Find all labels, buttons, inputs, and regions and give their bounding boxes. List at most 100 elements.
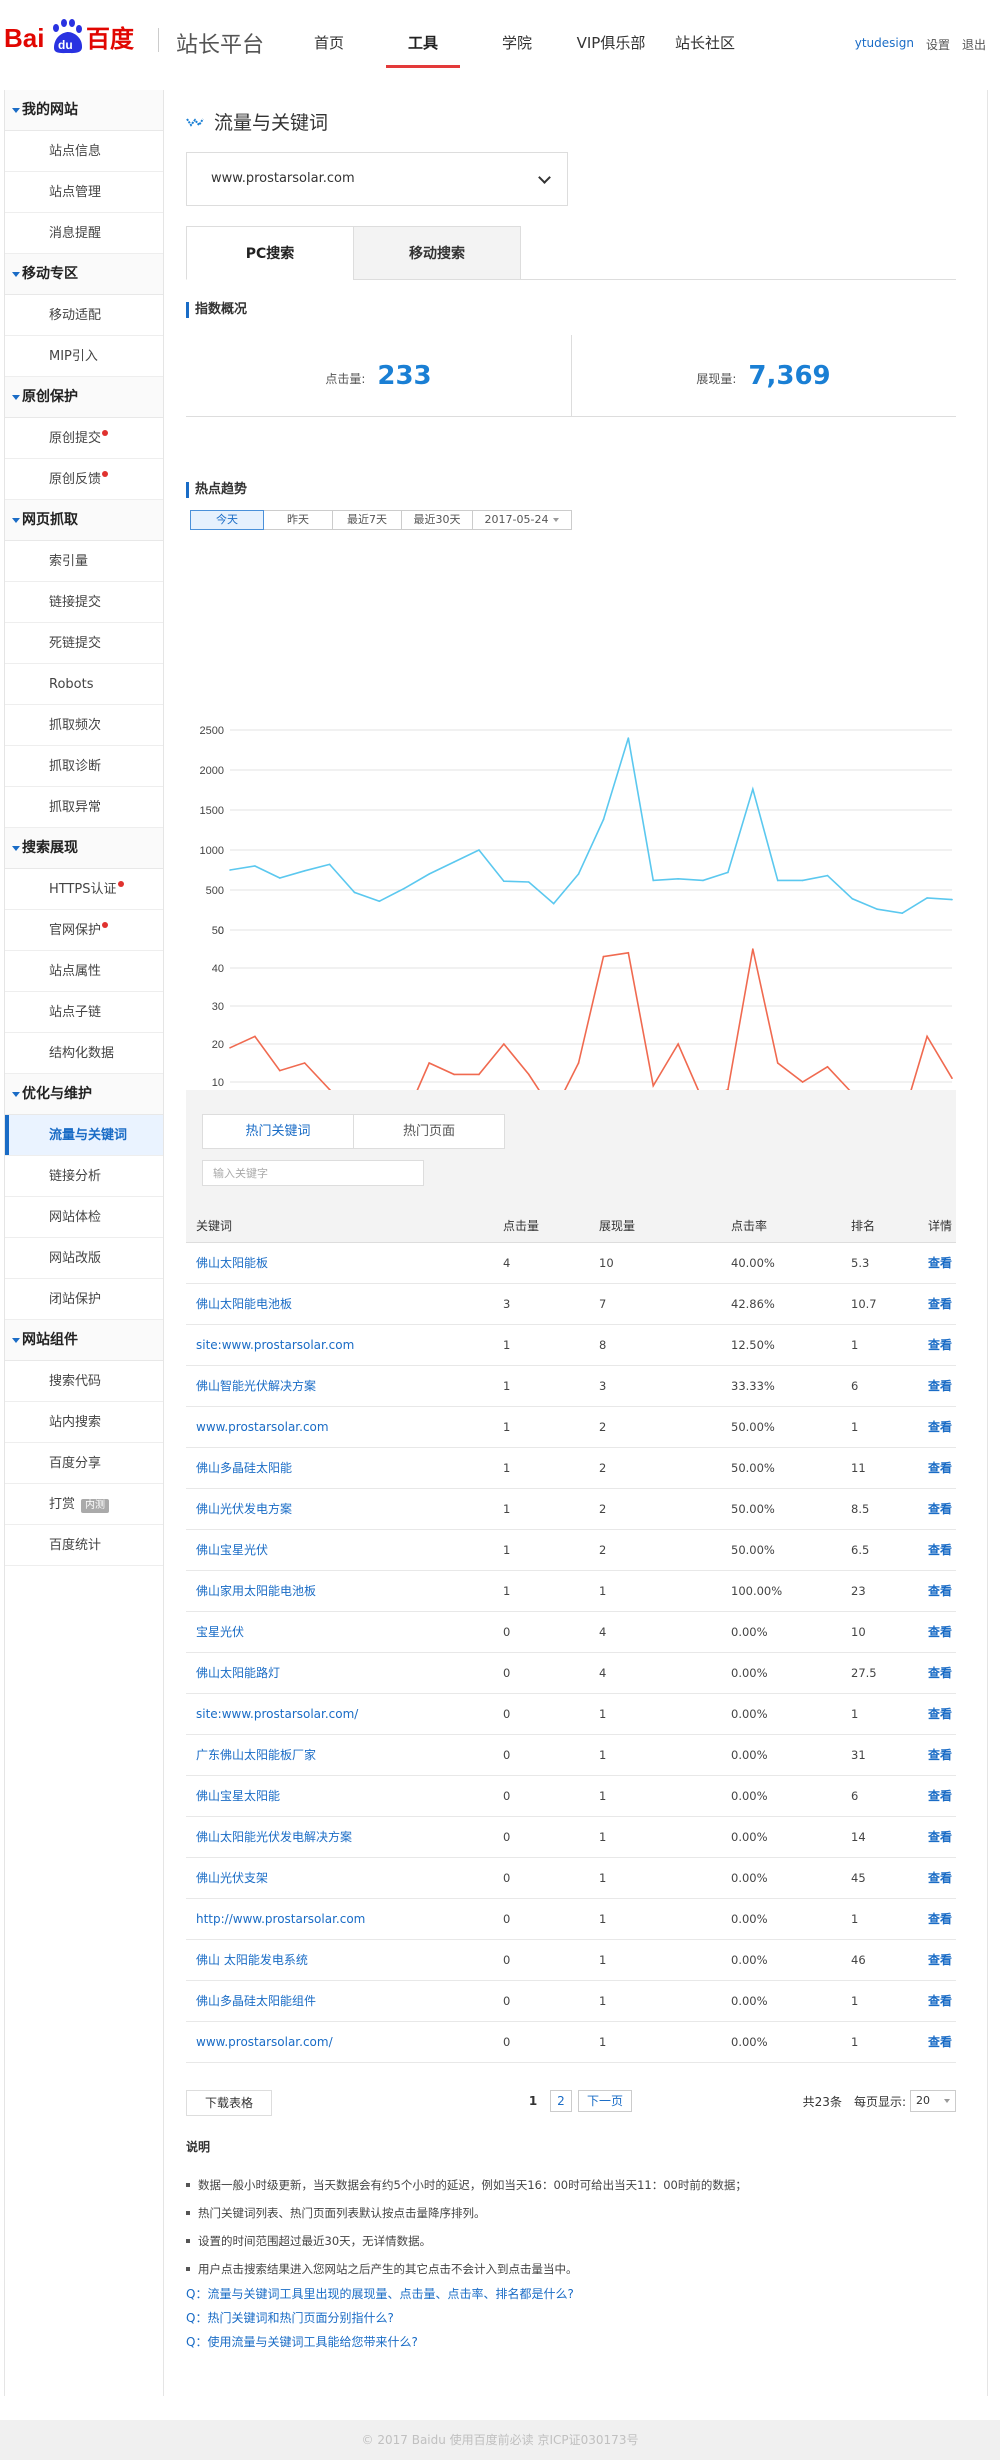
keyword-link[interactable]: 佛山宝星光伏 — [196, 1543, 268, 1557]
keyword-link[interactable]: 佛山多晶硅太阳能组件 — [196, 1994, 316, 2008]
sidebar-item[interactable]: 链接分析 — [5, 1156, 163, 1197]
keyword-link[interactable]: 佛山家用太阳能电池板 — [196, 1584, 316, 1598]
sidebar-item[interactable]: 网站体检 — [5, 1197, 163, 1238]
sidebar-item[interactable]: 原创提交 — [5, 418, 163, 459]
keyword-link[interactable]: 佛山太阳能路灯 — [196, 1666, 280, 1680]
view-detail-link[interactable]: 查看 — [928, 1338, 952, 1352]
view-detail-link[interactable]: 查看 — [928, 1789, 952, 1803]
view-detail-link[interactable]: 查看 — [928, 1748, 952, 1762]
keyword-link[interactable]: 佛山太阳能电池板 — [196, 1297, 292, 1311]
username-link[interactable]: ytudesign — [855, 36, 914, 53]
keyword-link[interactable]: www.prostarsolar.com — [196, 1420, 329, 1434]
faq-link[interactable]: Q：使用流量与关键词工具能给您带来什么? — [186, 2330, 574, 2354]
col-impressions[interactable]: 展现量 — [589, 1210, 721, 1243]
sidebar-item[interactable]: 打赏 内测 — [5, 1484, 163, 1525]
keyword-link[interactable]: site:www.prostarsolar.com/ — [196, 1707, 358, 1721]
nav-item[interactable]: 工具 — [376, 0, 470, 68]
page-1[interactable]: 1 — [522, 2090, 544, 2112]
sidebar-item[interactable]: 结构化数据 — [5, 1033, 163, 1074]
sidebar-item[interactable]: Robots — [5, 664, 163, 705]
view-detail-link[interactable]: 查看 — [928, 1420, 952, 1434]
view-detail-link[interactable]: 查看 — [928, 1830, 952, 1844]
faq-link[interactable]: Q：热门关键词和热门页面分别指什么? — [186, 2306, 574, 2330]
sidebar-item[interactable]: 站点信息 — [5, 131, 163, 172]
logout-link[interactable]: 退出 — [962, 36, 986, 53]
sidebar-group[interactable]: 优化与维护 — [5, 1074, 163, 1115]
nav-item[interactable]: 首页 — [282, 0, 376, 68]
view-detail-link[interactable]: 查看 — [928, 1707, 952, 1721]
sidebar-item[interactable]: 网站改版 — [5, 1238, 163, 1279]
keyword-link[interactable]: site:www.prostarsolar.com — [196, 1338, 354, 1352]
sidebar-group[interactable]: 原创保护 — [5, 377, 163, 418]
keyword-link[interactable]: www.prostarsolar.com/ — [196, 2035, 333, 2049]
view-detail-link[interactable]: 查看 — [928, 1666, 952, 1680]
view-detail-link[interactable]: 查看 — [928, 2035, 952, 2049]
sidebar-item[interactable]: 移动适配 — [5, 295, 163, 336]
sidebar-item[interactable]: 抓取异常 — [5, 787, 163, 828]
keyword-link[interactable]: 佛山多晶硅太阳能 — [196, 1461, 292, 1475]
sidebar-item[interactable]: 站内搜索 — [5, 1402, 163, 1443]
sidebar-item[interactable]: 索引量 — [5, 541, 163, 582]
per-page-select[interactable]: 20 — [910, 2090, 956, 2112]
keyword-link[interactable]: 佛山光伏发电方案 — [196, 1502, 292, 1516]
sidebar-group[interactable]: 搜索展现 — [5, 828, 163, 869]
sidebar-item[interactable]: 原创反馈 — [5, 459, 163, 500]
nav-item[interactable]: 学院 — [470, 0, 564, 68]
download-table-button[interactable]: 下载表格 — [186, 2090, 272, 2116]
view-detail-link[interactable]: 查看 — [928, 1953, 952, 1967]
col-ctr[interactable]: 点击率 — [721, 1210, 841, 1243]
baidu-logo[interactable]: Bai du 百度 — [4, 14, 142, 58]
sidebar-item[interactable]: 搜索代码 — [5, 1361, 163, 1402]
keyword-link[interactable]: 佛山 太阳能发电系统 — [196, 1953, 308, 1967]
view-detail-link[interactable]: 查看 — [928, 1994, 952, 2008]
keyword-search-input[interactable] — [202, 1160, 424, 1186]
view-detail-link[interactable]: 查看 — [928, 1461, 952, 1475]
tab-hot-pages[interactable]: 热门页面 — [353, 1114, 505, 1149]
keyword-link[interactable]: 佛山太阳能板 — [196, 1256, 268, 1270]
keyword-link[interactable]: 佛山光伏支架 — [196, 1871, 268, 1885]
tab-mobile-search[interactable]: 移动搜索 — [353, 226, 521, 280]
sidebar-item[interactable]: 站点子链 — [5, 992, 163, 1033]
keyword-link[interactable]: 宝星光伏 — [196, 1625, 244, 1639]
range-30days[interactable]: 最近30天 — [401, 510, 473, 530]
sidebar-group[interactable]: 移动专区 — [5, 254, 163, 295]
view-detail-link[interactable]: 查看 — [928, 1502, 952, 1516]
keyword-link[interactable]: 广东佛山太阳能板厂家 — [196, 1748, 316, 1762]
keyword-link[interactable]: http://www.prostarsolar.com — [196, 1912, 365, 1926]
view-detail-link[interactable]: 查看 — [928, 1297, 952, 1311]
range-today[interactable]: 今天 — [190, 510, 264, 530]
sidebar-group[interactable]: 我的网站 — [5, 90, 163, 131]
view-detail-link[interactable]: 查看 — [928, 1379, 952, 1393]
keyword-link[interactable]: 佛山智能光伏解决方案 — [196, 1379, 316, 1393]
tab-pc-search[interactable]: PC搜索 — [186, 226, 354, 280]
keyword-link[interactable]: 佛山太阳能光伏发电解决方案 — [196, 1830, 352, 1844]
sidebar-item[interactable]: 抓取诊断 — [5, 746, 163, 787]
sidebar-item[interactable]: 官网保护 — [5, 910, 163, 951]
col-rank[interactable]: 排名 — [841, 1210, 918, 1243]
range-7days[interactable]: 最近7天 — [332, 510, 402, 530]
sidebar-item[interactable]: MIP引入 — [5, 336, 163, 377]
sidebar-item[interactable]: 站点属性 — [5, 951, 163, 992]
col-keyword[interactable]: 关键词 — [186, 1210, 493, 1243]
sidebar-item[interactable]: 消息提醒 — [5, 213, 163, 254]
sidebar-item[interactable]: 站点管理 — [5, 172, 163, 213]
view-detail-link[interactable]: 查看 — [928, 1543, 952, 1557]
next-page-button[interactable]: 下一页 — [578, 2090, 633, 2112]
date-picker[interactable]: 2017-05-24 — [472, 510, 572, 530]
sidebar-item[interactable]: 百度分享 — [5, 1443, 163, 1484]
sidebar-group[interactable]: 网页抓取 — [5, 500, 163, 541]
range-yesterday[interactable]: 昨天 — [263, 510, 333, 530]
faq-link[interactable]: Q：流量与关键词工具里出现的展现量、点击量、点击率、排名都是什么? — [186, 2282, 574, 2306]
site-selector[interactable]: www.prostarsolar.com — [186, 152, 568, 206]
tab-hot-keywords[interactable]: 热门关键词 — [202, 1114, 354, 1149]
page-2[interactable]: 2 — [550, 2090, 572, 2112]
keyword-link[interactable]: 佛山宝星太阳能 — [196, 1789, 280, 1803]
view-detail-link[interactable]: 查看 — [928, 1871, 952, 1885]
view-detail-link[interactable]: 查看 — [928, 1912, 952, 1926]
settings-link[interactable]: 设置 — [926, 36, 950, 53]
sidebar-item[interactable]: 闭站保护 — [5, 1279, 163, 1320]
nav-item[interactable]: VIP俱乐部 — [564, 0, 658, 68]
sidebar-item[interactable]: 百度统计 — [5, 1525, 163, 1566]
sidebar-item[interactable]: 流量与关键词 — [5, 1115, 163, 1156]
col-clicks[interactable]: 点击量 — [493, 1210, 589, 1243]
